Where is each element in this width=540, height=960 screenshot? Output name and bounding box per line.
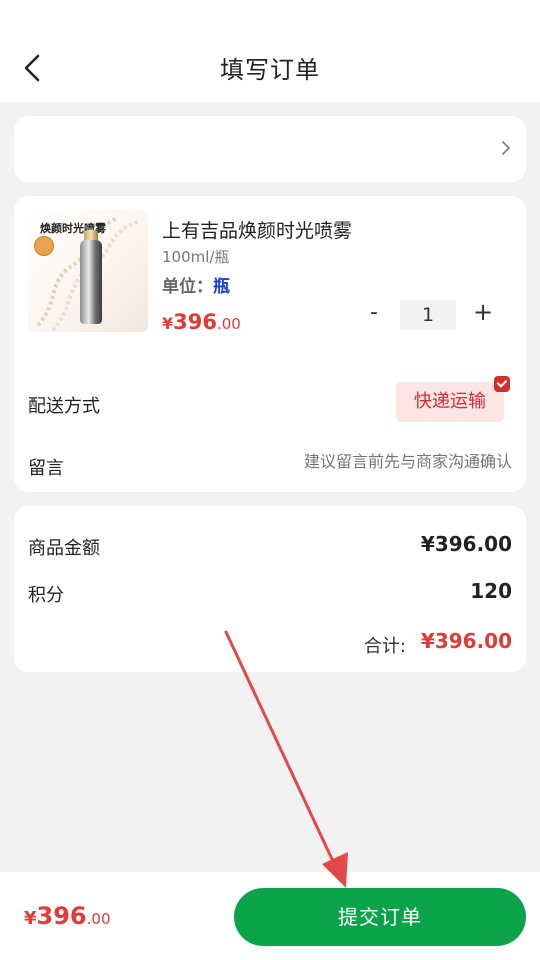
product-price: ¥396.00 (162, 310, 241, 334)
order-summary-card: 商品金额 ¥396.00 积分 120 合计: ¥396.00 (14, 506, 526, 672)
points-value: 120 (470, 579, 512, 603)
unit-label: 单位： (162, 277, 213, 297)
bottom-bar: ¥396.00 提交订单 (0, 872, 540, 960)
submit-order-button[interactable]: 提交订单 (234, 888, 526, 946)
total-label: 合计: (363, 636, 406, 657)
product-unit: 单位：瓶 (162, 272, 230, 297)
badge-icon (34, 236, 54, 256)
footer-price-decimal: .00 (86, 910, 111, 928)
goods-amount-value: ¥396.00 (420, 532, 512, 556)
check-icon (494, 376, 510, 392)
message-input[interactable] (212, 452, 512, 471)
product-name[interactable]: 上有吉品焕颜时光喷雾 (162, 216, 352, 243)
price-decimal: .00 (216, 315, 241, 333)
delivery-option-express[interactable]: 快递运输 (396, 376, 510, 422)
product-image[interactable]: 焕颜时光喷雾 (28, 210, 148, 332)
page-title: 填写订单 (220, 56, 320, 84)
points-label: 积分 (28, 585, 64, 606)
quantity-value[interactable]: 1 (400, 300, 456, 330)
delivery-label: 配送方式 (28, 396, 100, 417)
price-symbol: ¥ (162, 314, 174, 333)
total-value: ¥396.00 (420, 629, 512, 653)
goods-amount-label: 商品金额 (28, 538, 100, 559)
delivery-option-label: 快递运输 (414, 391, 486, 412)
address-card[interactable] (14, 116, 526, 182)
top-bar: 填写订单 (0, 0, 540, 102)
message-label: 留言 (28, 458, 64, 479)
product-card: 焕颜时光喷雾 上有吉品焕颜时光喷雾 100ml/瓶 单位：瓶 ¥396.00 -… (14, 196, 526, 492)
quantity-increase-button[interactable]: + (470, 298, 496, 328)
unit-value: 瓶 (213, 277, 230, 297)
chevron-right-icon (502, 141, 510, 155)
product-spec: 100ml/瓶 (162, 248, 230, 266)
quantity-decrease-button[interactable]: - (364, 300, 384, 326)
footer-price-integer: 396 (36, 902, 87, 930)
price-integer: 396 (173, 310, 217, 334)
footer-total-price: ¥396.00 (24, 902, 111, 930)
bottle-shape (80, 240, 102, 324)
footer-price-symbol: ¥ (24, 908, 37, 929)
